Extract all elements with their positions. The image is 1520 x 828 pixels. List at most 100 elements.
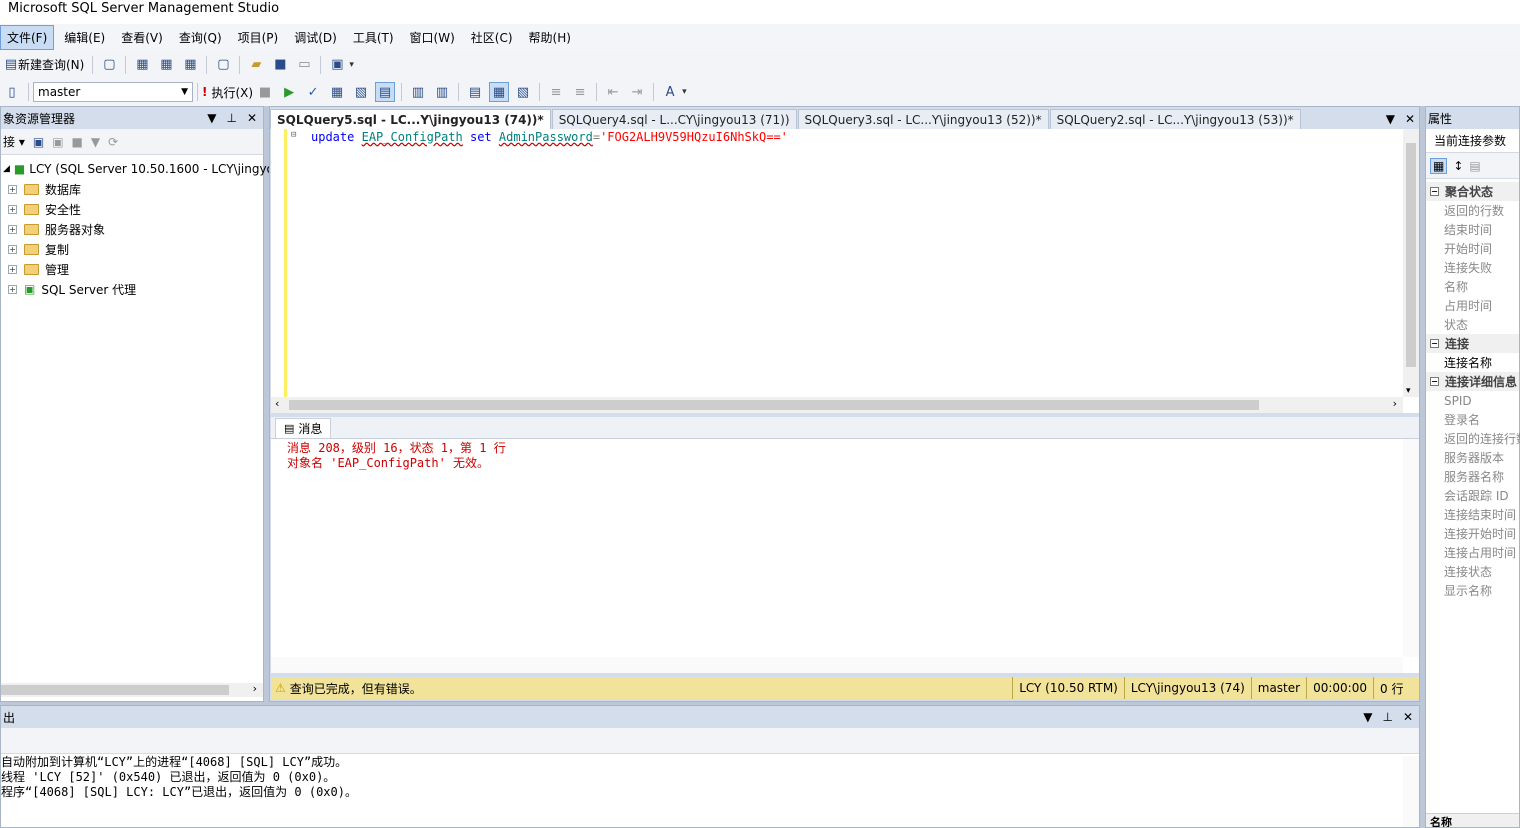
save-icon[interactable]: ■ bbox=[270, 55, 290, 75]
stop-icon[interactable]: ■ bbox=[255, 82, 275, 102]
scroll-thumb[interactable] bbox=[1406, 143, 1416, 367]
category-connection-details[interactable]: − 连接详细信息 bbox=[1426, 372, 1519, 391]
connect-button[interactable]: 接 ▾ bbox=[3, 133, 25, 150]
property-item[interactable]: 返回的连接行数 bbox=[1426, 429, 1520, 448]
results-vscroll[interactable] bbox=[1403, 439, 1419, 657]
scroll-right-icon[interactable]: › bbox=[1393, 397, 1397, 410]
open-folder-icon[interactable]: ▰ bbox=[246, 55, 266, 75]
tree-server-node[interactable]: ◢ ■ LCY (SQL Server 10.50.1600 - LCY\jin… bbox=[1, 159, 282, 179]
properties-object-select[interactable]: 当前连接参数 bbox=[1426, 129, 1519, 153]
category-aggregate[interactable]: − 聚合状态 bbox=[1426, 182, 1519, 201]
property-item[interactable]: 返回的行数 bbox=[1426, 201, 1519, 220]
menu-tools[interactable]: 工具(T) bbox=[347, 26, 400, 49]
dmx-query-icon[interactable]: ▦ bbox=[156, 55, 176, 75]
mdx-query-icon[interactable]: ▦ bbox=[132, 55, 152, 75]
new-file-icon[interactable]: ▢ bbox=[213, 55, 233, 75]
menu-window[interactable]: 窗口(W) bbox=[404, 26, 461, 49]
property-item[interactable]: 显示名称 bbox=[1426, 581, 1519, 600]
scroll-thumb[interactable] bbox=[1, 685, 229, 695]
results-to-text-icon[interactable]: ▤ bbox=[465, 82, 485, 102]
expand-icon[interactable]: + bbox=[8, 224, 17, 234]
tree-node-replication[interactable]: + 复制 bbox=[1, 239, 263, 259]
stop-icon[interactable]: ■ bbox=[72, 135, 83, 149]
alphabetical-icon[interactable]: ↕ bbox=[1453, 159, 1463, 173]
parse-icon[interactable]: ✓ bbox=[303, 82, 323, 102]
editor-vscroll[interactable]: ▾ bbox=[1403, 129, 1419, 397]
menu-project[interactable]: 项目(P) bbox=[232, 26, 285, 49]
document-icon[interactable]: ▢ bbox=[99, 55, 119, 75]
outline-collapse-icon[interactable]: ⊟ bbox=[291, 130, 296, 140]
menu-edit[interactable]: 编辑(E) bbox=[58, 26, 111, 49]
property-item[interactable]: 名称 bbox=[1426, 277, 1519, 296]
tab-list-icon[interactable]: ▼ bbox=[1386, 112, 1401, 129]
toolbar-overflow-icon[interactable]: ▾ bbox=[349, 60, 354, 70]
property-item[interactable]: 连接开始时间 bbox=[1426, 524, 1519, 543]
tree-node-databases[interactable]: + 数据库 bbox=[1, 179, 263, 199]
register-icon[interactable]: ▣ bbox=[33, 135, 44, 149]
scroll-down-icon[interactable]: ▾ bbox=[1406, 386, 1411, 396]
output-vscroll[interactable] bbox=[1403, 756, 1419, 827]
tab-sqlquery3[interactable]: SQLQuery3.sql - LC...Y\jingyou13 (52))* bbox=[797, 109, 1049, 129]
property-item[interactable]: 占用时间 bbox=[1426, 296, 1519, 315]
close-document-icon[interactable]: ✕ bbox=[1401, 112, 1419, 129]
property-item[interactable]: 连接占用时间 bbox=[1426, 543, 1519, 562]
property-item[interactable]: SPID bbox=[1426, 391, 1519, 410]
tree-node-server-objects[interactable]: + 服务器对象 bbox=[1, 219, 263, 239]
dropdown-icon[interactable]: ▼ bbox=[1363, 710, 1372, 724]
explorer-hscroll[interactable]: › bbox=[1, 682, 263, 697]
tab-sqlquery5[interactable]: SQLQuery5.sql - LC...Y\jingyou13 (74))* bbox=[270, 109, 551, 129]
results-hscroll[interactable] bbox=[271, 657, 1403, 673]
menu-file[interactable]: 文件(F) bbox=[0, 25, 55, 50]
scroll-right-icon[interactable]: › bbox=[253, 682, 257, 695]
pin-icon[interactable]: ⊥ bbox=[226, 111, 236, 125]
tab-messages[interactable]: ▤ 消息 bbox=[275, 418, 332, 438]
categorized-icon[interactable]: ▦ bbox=[1430, 157, 1448, 174]
tab-sqlquery2[interactable]: SQLQuery2.sql - LC...Y\jingyou13 (53))* bbox=[1049, 109, 1301, 129]
category-connection[interactable]: − 连接 bbox=[1426, 334, 1519, 353]
property-item[interactable]: 连接结束时间 bbox=[1426, 505, 1519, 524]
database-select[interactable]: master ▼ bbox=[33, 82, 193, 102]
property-item[interactable]: 连接状态 bbox=[1426, 562, 1519, 581]
expand-icon[interactable]: + bbox=[8, 264, 17, 274]
results-to-file-icon[interactable]: ▧ bbox=[513, 82, 533, 102]
property-item[interactable]: 服务器版本 bbox=[1426, 448, 1519, 467]
refresh-icon[interactable]: ⟳ bbox=[108, 135, 118, 149]
connect-icon[interactable]: ▯ bbox=[2, 82, 22, 102]
menu-community[interactable]: 社区(C) bbox=[465, 26, 519, 49]
comment-icon[interactable]: ≡ bbox=[546, 82, 566, 102]
property-item[interactable]: 服务器名称 bbox=[1426, 467, 1519, 486]
menu-query[interactable]: 查询(Q) bbox=[173, 26, 228, 49]
print-icon[interactable]: ▭ bbox=[294, 55, 314, 75]
property-item[interactable]: 连接失败 bbox=[1426, 258, 1519, 277]
expand-icon[interactable]: + bbox=[8, 204, 17, 214]
property-item[interactable]: 状态 bbox=[1426, 315, 1519, 334]
close-icon[interactable]: ✕ bbox=[1403, 710, 1413, 724]
editor-hscroll[interactable]: ‹ › bbox=[271, 397, 1403, 413]
expand-icon[interactable]: + bbox=[8, 284, 17, 294]
execute-button[interactable]: ! 执行(X) bbox=[202, 84, 253, 101]
xmla-query-icon[interactable]: ▦ bbox=[180, 55, 200, 75]
property-item[interactable]: 连接名称 bbox=[1426, 353, 1519, 372]
expand-icon[interactable]: + bbox=[8, 244, 17, 254]
tree-node-sql-agent[interactable]: + ▣ SQL Server 代理 bbox=[1, 279, 263, 299]
menu-view[interactable]: 查看(V) bbox=[115, 26, 169, 49]
uncomment-icon[interactable]: ≡ bbox=[570, 82, 590, 102]
expand-icon[interactable]: + bbox=[8, 184, 17, 194]
property-item[interactable]: 开始时间 bbox=[1426, 239, 1519, 258]
query-editor[interactable]: ⊟ update EAP_ConfigPath set AdminPasswor… bbox=[271, 129, 1419, 413]
tab-sqlquery4[interactable]: SQLQuery4.sql - L...CY\jingyou13 (71)) bbox=[551, 109, 797, 129]
query-designer-icon[interactable]: ▦ bbox=[327, 82, 347, 102]
property-item[interactable]: 登录名 bbox=[1426, 410, 1519, 429]
activity-monitor-icon[interactable]: ▣ bbox=[327, 55, 347, 75]
scroll-thumb[interactable] bbox=[289, 400, 1259, 410]
include-plan-icon[interactable]: ▥ bbox=[408, 82, 428, 102]
estimated-plan-icon[interactable]: ▧ bbox=[351, 82, 371, 102]
menu-debug[interactable]: 调试(D) bbox=[288, 26, 343, 49]
property-pages-icon[interactable]: ▤ bbox=[1469, 159, 1480, 173]
dropdown-icon[interactable]: ▼ bbox=[207, 111, 216, 125]
increase-indent-icon[interactable]: ⇥ bbox=[627, 82, 647, 102]
tree-node-management[interactable]: + 管理 bbox=[1, 259, 263, 279]
results-grid-toggle-icon[interactable]: ▦ bbox=[489, 82, 510, 102]
close-icon[interactable]: ✕ bbox=[247, 111, 257, 125]
property-item[interactable]: 会话跟踪 ID bbox=[1426, 486, 1519, 505]
